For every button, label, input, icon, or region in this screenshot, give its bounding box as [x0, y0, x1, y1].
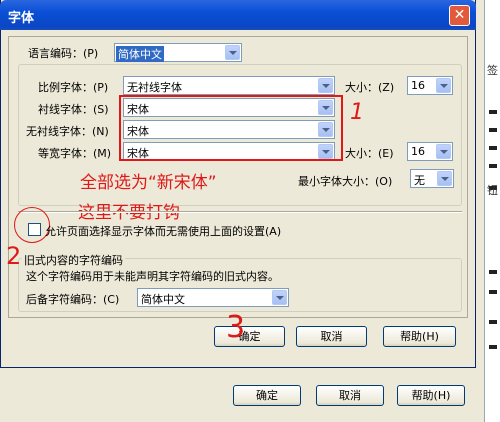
proportional-size-label: 大小：(Z) [345, 81, 395, 94]
help-button[interactable]: 帮助(H) [383, 326, 456, 347]
monospace-label: 等宽字体：(M) [38, 147, 112, 160]
chevron-down-icon [272, 290, 287, 305]
chevron-down-icon [225, 45, 240, 60]
proportional-select[interactable]: 无衬线字体 [123, 76, 335, 95]
monospace-size-label: 大小：(E) [345, 147, 394, 160]
chevron-down-icon [437, 171, 452, 186]
chevron-down-icon [436, 78, 451, 93]
background-side-text: 签 [487, 64, 498, 77]
serif-label: 衬线字体：(S) [38, 103, 109, 116]
monospace-size-select[interactable]: 16 [407, 142, 453, 161]
annotation-all-select: 全部选为“新宋体” [80, 173, 217, 193]
background-ok-button[interactable]: 确定 [233, 385, 301, 406]
separator [18, 211, 462, 213]
annotation-mark-3: 3 [226, 310, 246, 345]
chevron-down-icon [436, 144, 451, 159]
background-side-text: 钮 [487, 184, 498, 197]
title-bar [0, 0, 476, 30]
language-label: 语言编码：(P) [28, 47, 99, 60]
annotation-mark-1: 1 [350, 100, 364, 125]
close-icon: ✕ [453, 7, 466, 23]
ok-button[interactable]: 确定 [214, 326, 285, 347]
fallback-encoding-select[interactable]: 简体中文 [137, 288, 289, 307]
sans-serif-label: 无衬线字体：(N) [26, 125, 109, 138]
proportional-label: 比例字体：(P) [38, 81, 109, 94]
background-cancel-button[interactable]: 取消 [316, 385, 384, 406]
chevron-down-icon [318, 78, 333, 93]
legacy-description: 这个字符编码用于未能声明其字符编码的旧式内容。 [26, 270, 279, 283]
allow-pages-label: 允许页面选择显示字体而无需使用上面的设置(A) [45, 225, 282, 238]
min-size-select[interactable]: 无 [410, 169, 454, 188]
language-select[interactable]: 简体中文 [114, 43, 242, 62]
proportional-size-select[interactable]: 16 [407, 76, 453, 95]
dialog-title: 字体 [8, 11, 35, 26]
close-button[interactable]: ✕ [449, 5, 470, 26]
fallback-encoding-label: 后备字符编码：(C) [26, 293, 120, 306]
min-size-label: 最小字体大小：(O) [298, 175, 393, 188]
annotation-mark-2: 2 [6, 242, 22, 270]
annotation-red-box [119, 95, 343, 161]
cancel-button[interactable]: 取消 [296, 326, 367, 347]
background-help-button[interactable]: 帮助(H) [397, 385, 465, 406]
legacy-group-title: 旧式内容的字符编码 [22, 252, 125, 268]
